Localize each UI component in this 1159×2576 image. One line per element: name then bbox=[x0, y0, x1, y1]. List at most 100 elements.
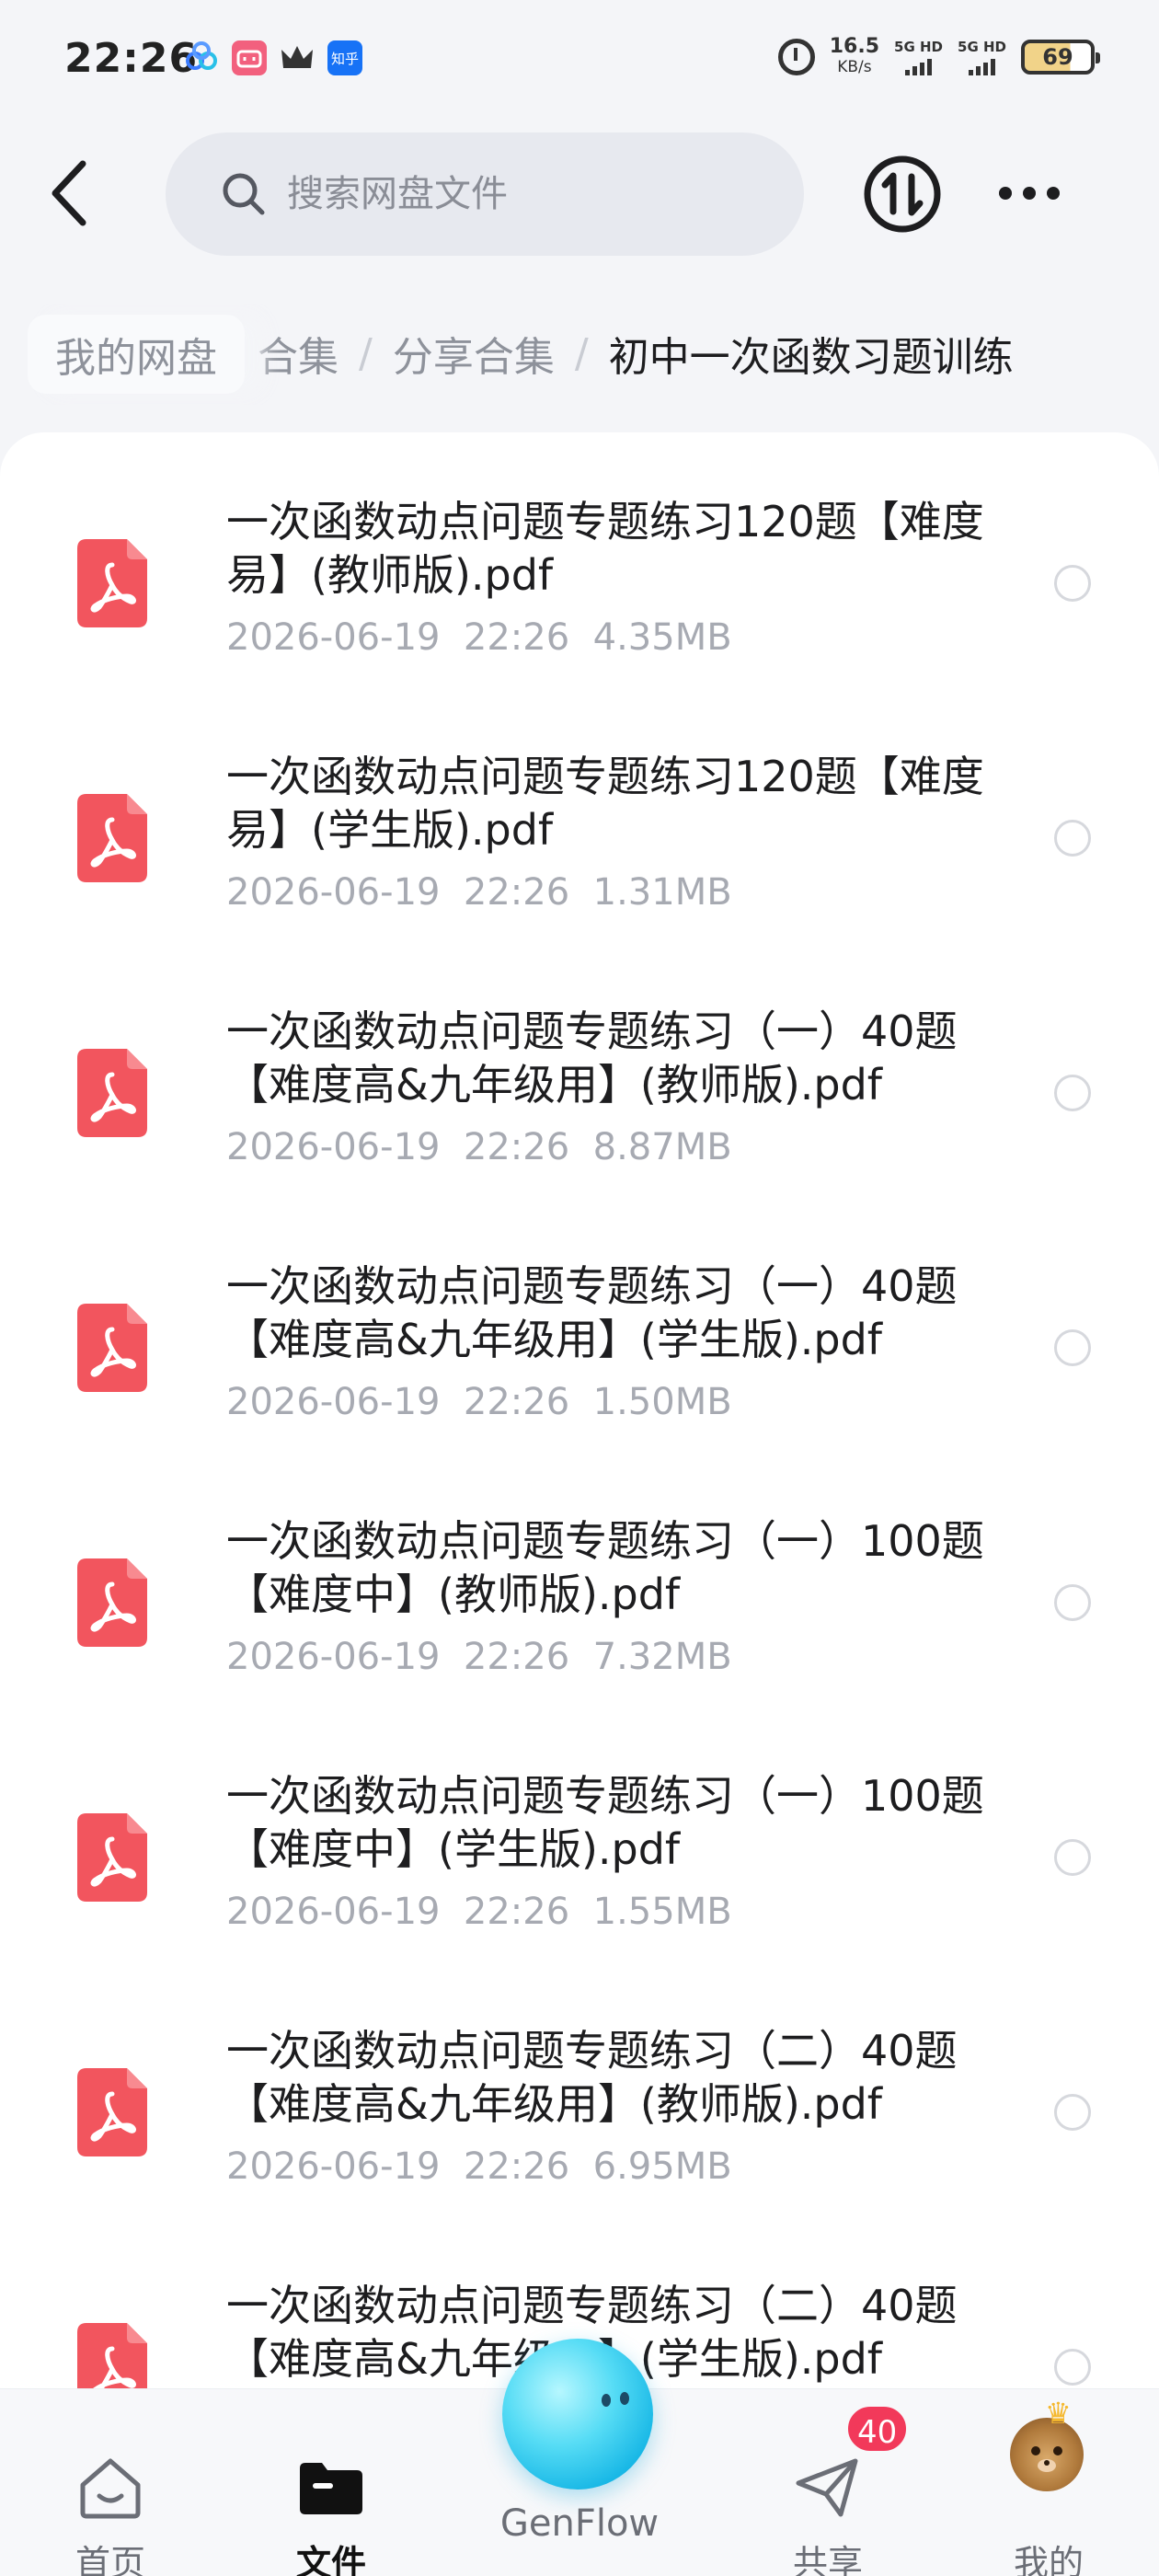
file-list: 一次函数动点问题专题练习120题【难度易】(教师版).pdf 2026-06-19… bbox=[0, 432, 1159, 2493]
genflow-eye-icon bbox=[602, 2394, 611, 2407]
battery-level: 69 bbox=[1042, 44, 1073, 70]
more-dot-icon bbox=[1023, 187, 1036, 200]
net-speed: 16.5 KB/s bbox=[830, 37, 879, 77]
select-radio[interactable] bbox=[1054, 565, 1091, 602]
breadcrumb-item-collection[interactable]: 合集 bbox=[258, 324, 339, 383]
file-size: 1.55MB bbox=[592, 1891, 732, 1933]
file-date: 2026-06-19 bbox=[226, 616, 441, 659]
file-meta: 2026-06-19 22:26 1.31MB bbox=[226, 871, 732, 914]
folder-icon bbox=[300, 2463, 362, 2514]
file-row[interactable]: 一次函数动点问题专题练习120题【难度易】(教师版).pdf 2026-06-19… bbox=[0, 460, 1159, 716]
pdf-file-icon bbox=[77, 1558, 147, 1647]
file-meta: 2026-06-19 22:26 4.35MB bbox=[226, 616, 732, 659]
search-bar[interactable] bbox=[166, 132, 804, 256]
file-size: 8.87MB bbox=[592, 1126, 732, 1168]
status-app-icons: 知乎 bbox=[184, 40, 362, 75]
status-right: 16.5 KB/s 5G HD 5G HD 69 bbox=[777, 37, 1100, 77]
search-input[interactable] bbox=[287, 173, 747, 215]
file-meta: 2026-06-19 22:26 1.50MB bbox=[226, 1381, 732, 1423]
file-row[interactable]: 一次函数动点问题专题练习（二）40题【难度高&九年级用】(教师版).pdf 202… bbox=[0, 1989, 1159, 2245]
file-meta: 2026-06-19 22:26 7.32MB bbox=[226, 1636, 732, 1678]
share-badge: 40 bbox=[844, 2403, 911, 2455]
tab-files-label: 文件 bbox=[295, 2543, 366, 2576]
file-time: 22:26 bbox=[463, 616, 570, 659]
select-radio[interactable] bbox=[1054, 1839, 1091, 1876]
genflow-eye-icon bbox=[620, 2392, 629, 2405]
zhihu-app-icon: 知乎 bbox=[327, 40, 362, 75]
file-time: 22:26 bbox=[463, 2145, 570, 2188]
file-name: 一次函数动点问题专题练习（一）100题【难度中】(教师版).pdf bbox=[226, 1516, 984, 1619]
file-date: 2026-06-19 bbox=[226, 1381, 441, 1423]
file-name: 一次函数动点问题专题练习（一）40题【难度高&九年级用】(教师版).pdf bbox=[226, 1006, 958, 1110]
signal-sim2-icon: 5G HD bbox=[958, 39, 1006, 75]
file-row[interactable]: 一次函数动点问题专题练习（一）40题【难度高&九年级用】(教师版).pdf 202… bbox=[0, 970, 1159, 1225]
select-radio[interactable] bbox=[1054, 2094, 1091, 2131]
file-time: 22:26 bbox=[463, 1381, 570, 1423]
breadcrumb-item-share-collection[interactable]: 分享合集 bbox=[393, 324, 555, 383]
pdf-file-icon bbox=[77, 794, 147, 882]
home-icon bbox=[80, 2458, 141, 2519]
net-speed-value: 16.5 bbox=[829, 35, 880, 58]
select-radio[interactable] bbox=[1054, 820, 1091, 857]
more-button[interactable] bbox=[999, 175, 1073, 212]
file-name: 一次函数动点问题专题练习120题【难度易】(学生版).pdf bbox=[226, 752, 984, 855]
file-row[interactable]: 一次函数动点问题专题练习（一）100题【难度中】(教师版).pdf 2026-06… bbox=[0, 1479, 1159, 1735]
pdf-file-icon bbox=[77, 1049, 147, 1137]
pdf-file-icon bbox=[77, 1813, 147, 1902]
file-meta: 2026-06-19 22:26 8.87MB bbox=[226, 1126, 732, 1168]
file-name: 一次函数动点问题专题练习（二）40题【难度高&九年级用】(教师版).pdf bbox=[226, 2026, 958, 2129]
file-time: 22:26 bbox=[463, 871, 570, 914]
alarm-icon bbox=[777, 39, 815, 75]
genflow-button[interactable] bbox=[502, 2339, 653, 2490]
breadcrumb-home[interactable]: 我的网盘 bbox=[28, 315, 245, 394]
status-bar: 22:26 知乎 16.5 KB/s 5G HD 5G HD 69 bbox=[0, 0, 1159, 120]
file-name: 一次函数动点问题专题练习（一）100题【难度中】(学生版).pdf bbox=[226, 1771, 984, 1874]
search-icon bbox=[223, 173, 265, 215]
file-meta: 2026-06-19 22:26 6.95MB bbox=[226, 2145, 732, 2188]
file-name: 一次函数动点问题专题练习120题【难度易】(教师版).pdf bbox=[226, 497, 984, 600]
file-size: 7.32MB bbox=[592, 1636, 732, 1678]
pdf-file-icon bbox=[77, 2068, 147, 2156]
select-radio[interactable] bbox=[1054, 1584, 1091, 1621]
zhihu-app-label: 知乎 bbox=[330, 50, 359, 67]
file-size: 1.31MB bbox=[592, 871, 732, 914]
tab-home-label: 首页 bbox=[75, 2543, 145, 2576]
bilibili-app-icon bbox=[232, 40, 267, 75]
transfer-icon bbox=[864, 155, 941, 233]
battery-icon: 69 bbox=[1021, 40, 1100, 75]
status-time: 22:26 bbox=[64, 35, 199, 82]
file-date: 2026-06-19 bbox=[226, 1891, 441, 1933]
file-row[interactable]: 一次函数动点问题专题练习（一）100题【难度中】(学生版).pdf 2026-06… bbox=[0, 1734, 1159, 1990]
file-size: 6.95MB bbox=[592, 2145, 732, 2188]
select-radio[interactable] bbox=[1054, 1329, 1091, 1366]
select-radio[interactable] bbox=[1054, 2349, 1091, 2386]
file-time: 22:26 bbox=[463, 1891, 570, 1933]
crown-app-icon bbox=[280, 40, 315, 75]
file-time: 22:26 bbox=[463, 1126, 570, 1168]
transfer-button[interactable] bbox=[863, 155, 942, 234]
tab-files[interactable]: 文件 bbox=[248, 2422, 414, 2576]
file-date: 2026-06-19 bbox=[226, 1636, 441, 1678]
pdf-file-icon bbox=[77, 539, 147, 627]
file-meta: 2026-06-19 22:26 1.55MB bbox=[226, 1891, 732, 1933]
file-row[interactable]: 一次函数动点问题专题练习（一）40题【难度高&九年级用】(学生版).pdf 202… bbox=[0, 1225, 1159, 1480]
back-button[interactable] bbox=[44, 156, 109, 230]
file-row[interactable]: 一次函数动点问题专题练习120题【难度易】(学生版).pdf 2026-06-19… bbox=[0, 715, 1159, 971]
tab-home[interactable]: 首页 bbox=[28, 2422, 193, 2576]
file-date: 2026-06-19 bbox=[226, 1126, 441, 1168]
select-radio[interactable] bbox=[1054, 1075, 1091, 1111]
sim1-label: 5G HD bbox=[894, 39, 944, 55]
breadcrumb-separator: / bbox=[359, 329, 373, 377]
top-nav bbox=[0, 129, 1159, 258]
chevron-left-icon bbox=[52, 160, 86, 226]
crown-icon: ♛ bbox=[1045, 2396, 1072, 2431]
file-size: 1.50MB bbox=[592, 1381, 732, 1423]
net-speed-unit: KB/s bbox=[837, 58, 872, 76]
more-dot-icon bbox=[999, 187, 1012, 200]
file-name: 一次函数动点问题专题练习（一）40题【难度高&九年级用】(学生版).pdf bbox=[226, 1261, 958, 1364]
breadcrumb-separator: / bbox=[574, 329, 589, 377]
breadcrumb-trail: 合集 / 分享合集 / 初中一次函数习题训练 bbox=[258, 324, 1014, 383]
file-date: 2026-06-19 bbox=[226, 871, 441, 914]
paper-plane-icon bbox=[796, 2458, 858, 2517]
baidu-app-icon bbox=[184, 40, 219, 75]
